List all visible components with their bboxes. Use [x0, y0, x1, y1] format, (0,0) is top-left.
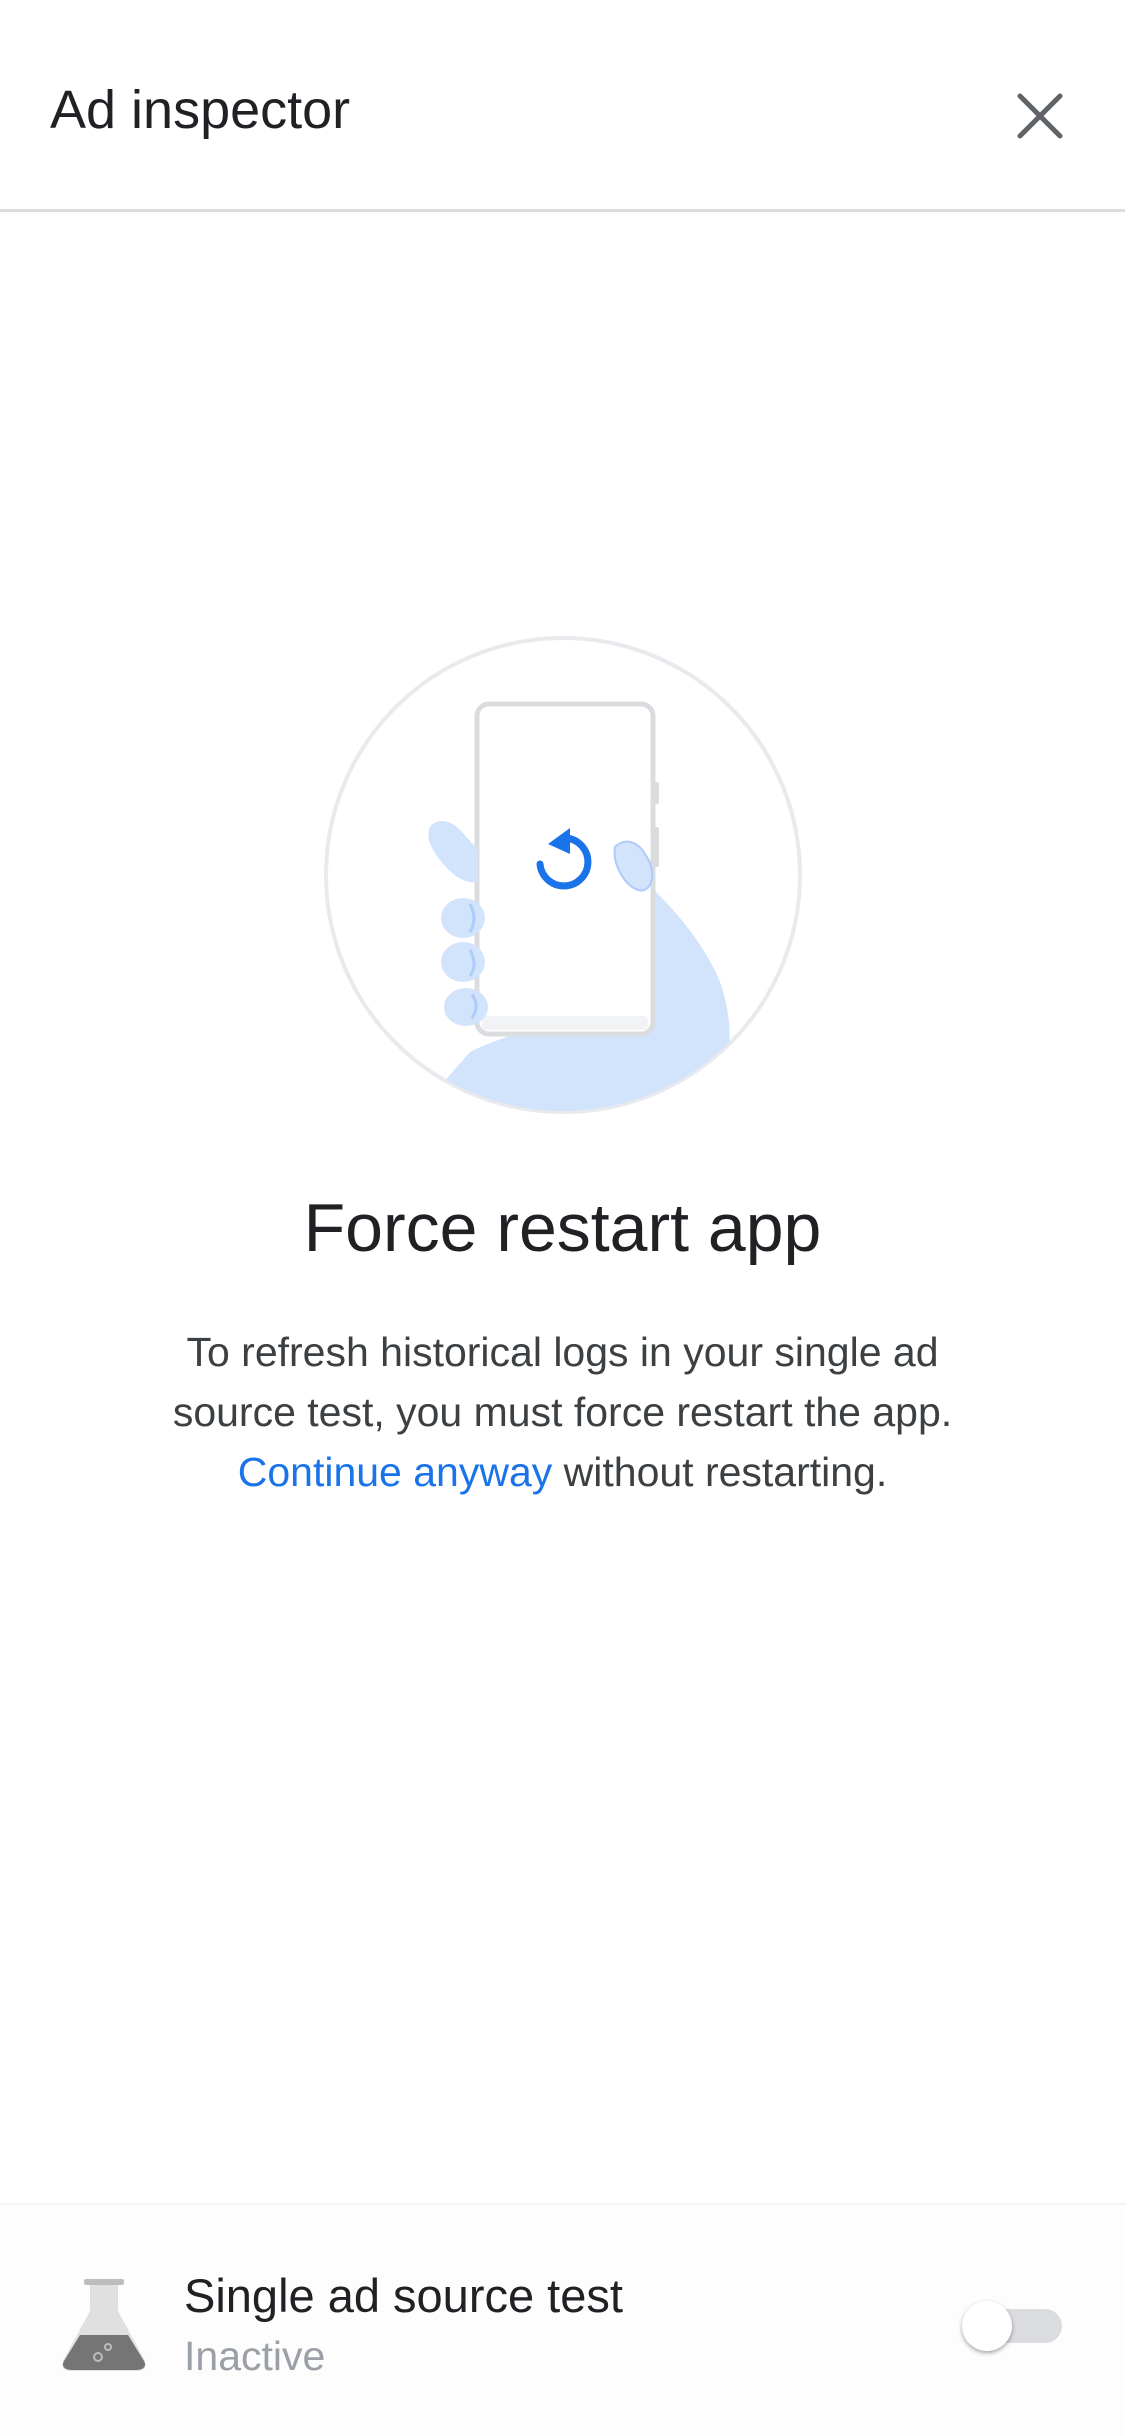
flask-icon [62, 2279, 146, 2371]
test-title: Single ad source test [184, 2269, 623, 2322]
single-ad-source-test-panel: Single ad source test Inactive [0, 2203, 1125, 2436]
close-icon[interactable] [1015, 91, 1065, 141]
phone-restart-illustration [324, 636, 802, 1114]
description-text: To refresh historical logs in your singl… [172, 1329, 953, 1435]
page-title: Ad inspector [50, 80, 351, 140]
description: To refresh historical logs in your singl… [120, 1322, 1005, 1502]
close-button[interactable] [1000, 76, 1080, 156]
headline: Force restart app [303, 1190, 822, 1266]
toggle-thumb[interactable] [962, 2301, 1012, 2351]
top-app-bar: Ad inspector [0, 0, 1125, 212]
status-label: Inactive [184, 2333, 326, 2379]
continue-anyway-link[interactable]: Continue anyway [238, 1449, 553, 1495]
description-suffix: without restarting. [552, 1449, 888, 1495]
ad-inspector-screen: Ad inspector Force restart app To refres… [0, 0, 1125, 2436]
test-toggle[interactable] [962, 2297, 1066, 2353]
